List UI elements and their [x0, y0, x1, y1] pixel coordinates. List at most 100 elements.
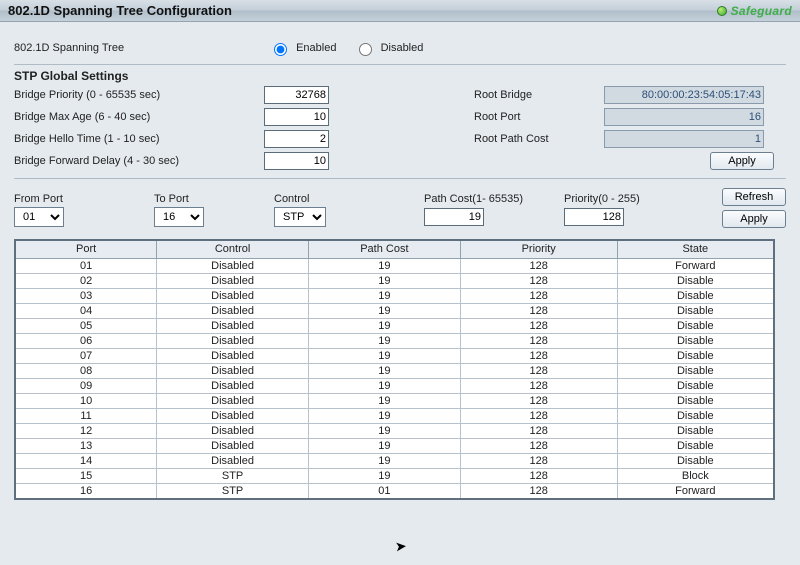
- cell-control: Disabled: [157, 303, 309, 318]
- control-select[interactable]: STP: [274, 207, 326, 227]
- global-section-title: STP Global Settings: [14, 69, 786, 83]
- cell-prio: 128: [460, 453, 617, 468]
- path-cost-input[interactable]: [424, 208, 484, 226]
- cell-port: 15: [15, 468, 157, 483]
- root-path-cost-ro: [604, 130, 764, 148]
- cell-port: 01: [15, 258, 157, 273]
- cell-control: Disabled: [157, 378, 309, 393]
- cell-control: Disabled: [157, 318, 309, 333]
- disabled-radio-wrap[interactable]: Disabled: [354, 42, 438, 54]
- page-title: 802.1D Spanning Tree Configuration: [8, 3, 232, 18]
- cell-port: 05: [15, 318, 157, 333]
- table-row: 06Disabled19128Disable: [15, 333, 774, 348]
- bridge-fwd-input[interactable]: [264, 152, 329, 170]
- from-port-select[interactable]: 01: [14, 207, 64, 227]
- cell-port: 02: [15, 273, 157, 288]
- enabled-radio-wrap[interactable]: Enabled: [269, 42, 354, 54]
- cell-prio: 128: [460, 288, 617, 303]
- cell-cost: 19: [308, 303, 460, 318]
- cell-control: Disabled: [157, 408, 309, 423]
- cell-prio: 128: [460, 438, 617, 453]
- priority-label: Priority(0 - 255): [564, 193, 704, 205]
- cell-control: Disabled: [157, 273, 309, 288]
- priority-input[interactable]: [564, 208, 624, 226]
- cell-port: 03: [15, 288, 157, 303]
- cell-state: Disable: [617, 453, 774, 468]
- cell-cost: 19: [308, 453, 460, 468]
- cell-cost: 19: [308, 348, 460, 363]
- table-row: 13Disabled19128Disable: [15, 438, 774, 453]
- port-apply-button[interactable]: Apply: [722, 210, 786, 228]
- cell-port: 12: [15, 423, 157, 438]
- cell-state: Disable: [617, 273, 774, 288]
- col-port: Port: [15, 240, 157, 258]
- cell-cost: 19: [308, 288, 460, 303]
- cell-state: Disable: [617, 288, 774, 303]
- control-label: Control: [274, 193, 424, 205]
- cell-control: Disabled: [157, 333, 309, 348]
- bridge-max-age-input[interactable]: [264, 108, 329, 126]
- to-port-label: To Port: [154, 193, 274, 205]
- cell-cost: 19: [308, 363, 460, 378]
- cell-prio: 128: [460, 348, 617, 363]
- cell-port: 13: [15, 438, 157, 453]
- cell-cost: 19: [308, 378, 460, 393]
- root-port-ro: [604, 108, 764, 126]
- cell-port: 11: [15, 408, 157, 423]
- stp-mode-label: 802.1D Spanning Tree: [14, 42, 239, 54]
- bridge-fwd-label: Bridge Forward Delay (4 - 30 sec): [14, 155, 264, 167]
- table-row: 02Disabled19128Disable: [15, 273, 774, 288]
- cell-prio: 128: [460, 483, 617, 499]
- enabled-radio[interactable]: [274, 43, 287, 56]
- mouse-cursor-icon: ➤: [394, 538, 407, 556]
- safeguard-label: Safeguard: [731, 4, 792, 18]
- cell-prio: 128: [460, 423, 617, 438]
- cell-prio: 128: [460, 333, 617, 348]
- bridge-priority-input[interactable]: [264, 86, 329, 104]
- cell-control: Disabled: [157, 363, 309, 378]
- table-row: 04Disabled19128Disable: [15, 303, 774, 318]
- col-pathcost: Path Cost: [308, 240, 460, 258]
- table-row: 12Disabled19128Disable: [15, 423, 774, 438]
- cell-cost: 19: [308, 438, 460, 453]
- cell-port: 08: [15, 363, 157, 378]
- cell-state: Disable: [617, 438, 774, 453]
- cell-control: STP: [157, 483, 309, 499]
- cell-state: Disable: [617, 363, 774, 378]
- cell-state: Disable: [617, 393, 774, 408]
- cell-cost: 19: [308, 423, 460, 438]
- cell-state: Disable: [617, 423, 774, 438]
- table-row: 11Disabled19128Disable: [15, 408, 774, 423]
- disabled-radio[interactable]: [359, 43, 372, 56]
- cell-state: Disable: [617, 318, 774, 333]
- cell-port: 06: [15, 333, 157, 348]
- bridge-hello-input[interactable]: [264, 130, 329, 148]
- cell-cost: 01: [308, 483, 460, 499]
- cell-prio: 128: [460, 393, 617, 408]
- cell-port: 04: [15, 303, 157, 318]
- cell-cost: 19: [308, 468, 460, 483]
- cell-port: 10: [15, 393, 157, 408]
- cell-state: Disable: [617, 303, 774, 318]
- root-bridge-label: Root Bridge: [474, 89, 604, 101]
- global-apply-button[interactable]: Apply: [710, 152, 774, 170]
- to-port-select[interactable]: 16: [154, 207, 204, 227]
- col-control: Control: [157, 240, 309, 258]
- cell-prio: 128: [460, 408, 617, 423]
- cell-control: Disabled: [157, 258, 309, 273]
- cell-control: Disabled: [157, 393, 309, 408]
- path-cost-label: Path Cost(1- 65535): [424, 193, 564, 205]
- cell-port: 16: [15, 483, 157, 499]
- cell-state: Disable: [617, 408, 774, 423]
- refresh-button[interactable]: Refresh: [722, 188, 786, 206]
- cell-state: Disable: [617, 333, 774, 348]
- bridge-priority-label: Bridge Priority (0 - 65535 sec): [14, 89, 264, 101]
- cell-state: Forward: [617, 258, 774, 273]
- port-table: Port Control Path Cost Priority State 01…: [14, 239, 775, 500]
- cell-cost: 19: [308, 318, 460, 333]
- cell-prio: 128: [460, 468, 617, 483]
- disabled-radio-label: Disabled: [381, 42, 424, 54]
- cell-state: Disable: [617, 348, 774, 363]
- cell-state: Block: [617, 468, 774, 483]
- table-row: 01Disabled19128Forward: [15, 258, 774, 273]
